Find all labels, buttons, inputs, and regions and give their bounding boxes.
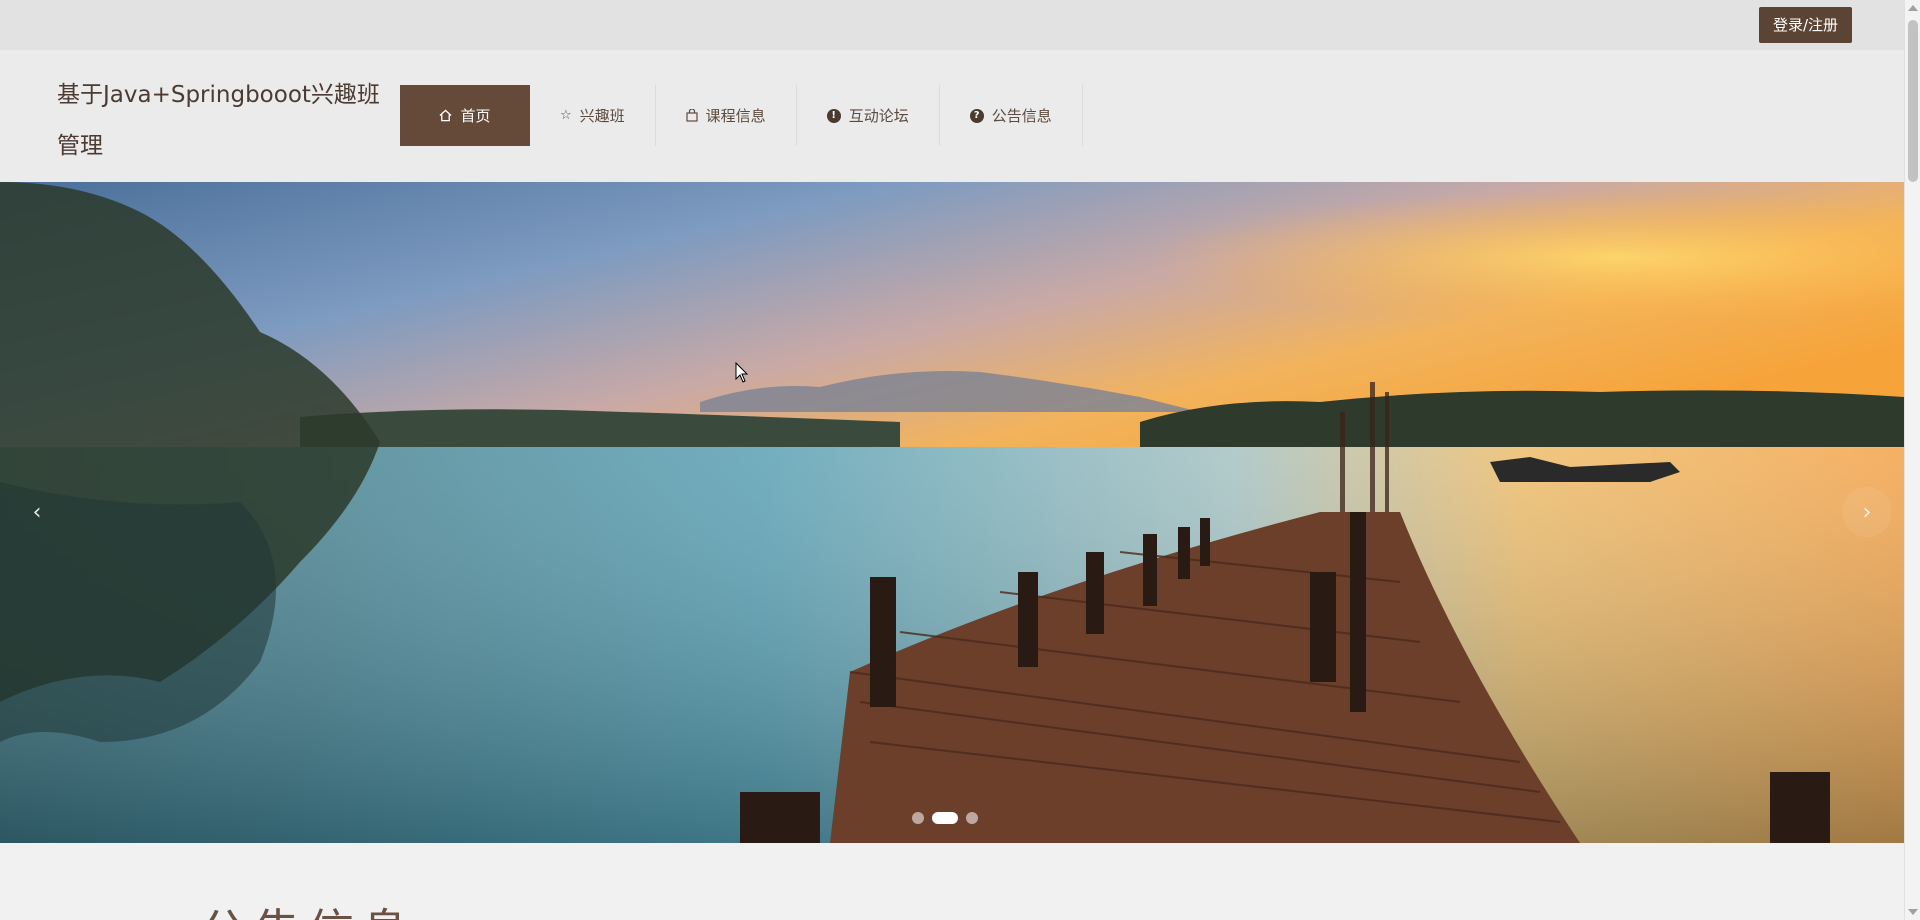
nav-item-label: 课程信息 <box>705 107 766 125</box>
carousel-prev-button[interactable]: ‹ <box>12 487 62 537</box>
question-circle-icon: ? <box>969 108 984 123</box>
nav-item-label: 兴趣班 <box>579 107 625 125</box>
nav-item-home[interactable]: 首页 <box>400 85 530 146</box>
scrollbar-thumb[interactable] <box>1908 20 1918 182</box>
star-icon: ☆ <box>560 108 572 123</box>
nav-item-course-info[interactable]: 课程信息 <box>656 85 797 146</box>
chevron-right-icon: › <box>1862 499 1872 525</box>
nav-item-interest-class[interactable]: ☆ 兴趣班 <box>530 85 656 146</box>
exclamation-circle-icon: ! <box>826 108 841 123</box>
section-heading: 公告信息 <box>200 895 416 920</box>
site-title: 基于Java+Springbooot兴趣班管理 <box>57 82 380 159</box>
nav-item-label: 公告信息 <box>991 107 1052 125</box>
hero-carousel[interactable]: ‹ › <box>0 182 1904 843</box>
login-register-button[interactable]: 登录/注册 <box>1758 7 1852 43</box>
site-header: 基于Java+Springbooot兴趣班管理 首页 ☆ 兴趣班 课程信息 ! … <box>0 50 1904 182</box>
bag-icon <box>686 109 698 122</box>
banner-image <box>0 182 1904 843</box>
scroll-down-icon[interactable] <box>1908 909 1918 915</box>
chevron-left-icon: ‹ <box>32 499 42 525</box>
carousel-dot[interactable] <box>966 812 978 824</box>
mouse-cursor-icon <box>735 361 749 388</box>
scroll-up-icon[interactable] <box>1908 5 1918 11</box>
nav-item-forum[interactable]: ! 互动论坛 <box>797 85 940 146</box>
announcement-section: 公告信息 <box>0 843 1904 920</box>
nav-item-label: 互动论坛 <box>848 107 909 125</box>
nav-item-label: 首页 <box>460 107 491 125</box>
main-nav: 首页 ☆ 兴趣班 课程信息 ! 互动论坛 ? 公告信息 <box>400 85 1083 146</box>
nav-item-announcements[interactable]: ? 公告信息 <box>940 85 1083 146</box>
carousel-dot-active[interactable] <box>932 812 958 824</box>
vertical-scrollbar[interactable] <box>1904 0 1920 920</box>
carousel-next-button[interactable]: › <box>1842 487 1892 537</box>
carousel-dot[interactable] <box>912 812 924 824</box>
carousel-indicators <box>912 812 978 824</box>
top-bar: 登录/注册 <box>0 0 1904 50</box>
home-icon <box>439 109 452 122</box>
